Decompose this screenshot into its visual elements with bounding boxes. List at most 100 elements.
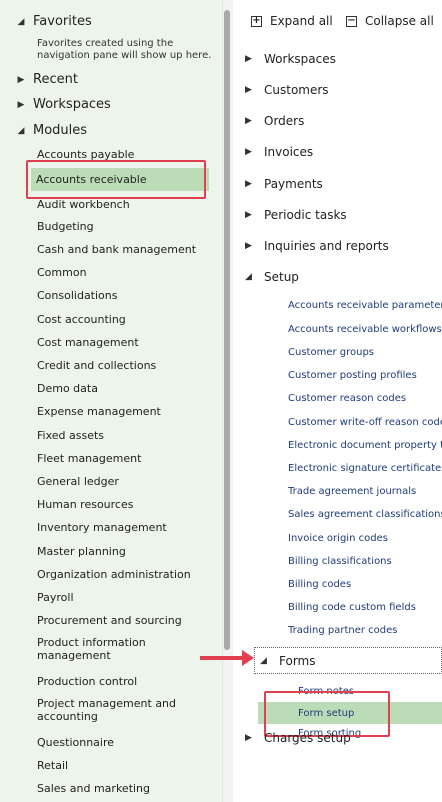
- link-billing-codes[interactable]: Billing codes: [288, 579, 351, 590]
- module-cost-accounting[interactable]: Cost accounting: [32, 308, 222, 331]
- group-label: Setup: [264, 270, 299, 284]
- module-label: Cost accounting: [37, 313, 126, 326]
- module-label: Cost management: [37, 336, 139, 349]
- callout-arrow-line: [200, 656, 244, 660]
- link-customer-write-off-reason-codes[interactable]: Customer write-off reason codes: [288, 417, 442, 428]
- module-label: Sales and marketing: [37, 782, 151, 795]
- group-label: Orders: [264, 114, 305, 128]
- group-label: Inquiries and reports: [264, 239, 389, 253]
- link-billing-classifications[interactable]: Billing classifications: [288, 556, 392, 567]
- module-label: Fixed assets: [37, 429, 105, 442]
- module-procurement-and-sourcing[interactable]: Procurement and sourcing: [32, 609, 222, 632]
- workspaces-header[interactable]: ▶ Workspaces: [0, 97, 111, 112]
- nav-scrollbar-thumb[interactable]: [224, 10, 230, 650]
- link-trade-agreement-journals[interactable]: Trade agreement journals: [288, 486, 416, 497]
- module-general-ledger[interactable]: General ledger: [32, 470, 222, 493]
- recent-header[interactable]: ▶ Recent: [0, 72, 78, 87]
- module-fixed-assets[interactable]: Fixed assets: [32, 424, 222, 447]
- group-periodic-tasks[interactable]: ▶ Periodic tasks: [245, 208, 347, 222]
- link-customer-posting-profiles[interactable]: Customer posting profiles: [288, 370, 417, 381]
- expand-all-label: Expand all: [270, 14, 333, 28]
- group-forms[interactable]: ◢ Forms: [260, 654, 315, 668]
- module-label: Organization administration: [37, 568, 191, 581]
- collapse-all-button[interactable]: − Collapse all: [346, 14, 434, 28]
- module-budgeting[interactable]: Budgeting: [32, 215, 222, 238]
- module-accounts-payable[interactable]: Accounts payable: [32, 144, 222, 161]
- group-label: Periodic tasks: [264, 208, 347, 222]
- group-charges-setup[interactable]: ▶ Charges setup: [245, 731, 351, 745]
- module-common[interactable]: Common: [32, 261, 222, 284]
- link-customer-groups[interactable]: Customer groups: [288, 347, 374, 358]
- module-organization-administration[interactable]: Organization administration: [32, 563, 222, 586]
- module-label: Retail: [37, 759, 69, 772]
- module-label: Inventory management: [37, 521, 167, 534]
- caret-right-icon: ▶: [245, 116, 252, 126]
- module-human-resources[interactable]: Human resources: [32, 493, 222, 516]
- link-trading-partner-codes[interactable]: Trading partner codes: [288, 625, 397, 636]
- group-workspaces[interactable]: ▶ Workspaces: [245, 52, 336, 66]
- module-fleet-management[interactable]: Fleet management: [32, 447, 222, 470]
- group-payments[interactable]: ▶ Payments: [245, 177, 323, 191]
- module-expense-management[interactable]: Expense management: [32, 400, 222, 423]
- module-label: Human resources: [37, 498, 134, 511]
- recent-label: Recent: [33, 72, 78, 87]
- module-label: Budgeting: [37, 220, 94, 233]
- caret-right-icon: ▶: [245, 179, 252, 189]
- module-label: Payroll: [37, 591, 74, 604]
- link-billing-code-custom-fields[interactable]: Billing code custom fields: [288, 602, 416, 613]
- module-audit-workbench[interactable]: Audit workbench: [32, 198, 222, 211]
- module-label: Master planning: [37, 545, 126, 558]
- module-label: Questionnaire: [37, 736, 115, 749]
- group-label: Payments: [264, 177, 323, 191]
- nav-scrollbar[interactable]: [222, 0, 233, 802]
- module-credit-and-collections[interactable]: Credit and collections: [32, 354, 222, 377]
- module-label: General ledger: [37, 475, 119, 488]
- module-consolidations[interactable]: Consolidations: [32, 284, 222, 307]
- module-project-management-and-accounting[interactable]: Project management and accounting: [32, 695, 222, 725]
- module-inventory-management[interactable]: Inventory management: [32, 516, 222, 539]
- module-label: Expense management: [37, 405, 161, 418]
- caret-right-icon: ▶: [245, 733, 252, 743]
- module-product-information-management[interactable]: Product information management: [32, 634, 222, 664]
- module-retail[interactable]: Retail: [32, 754, 222, 777]
- workspaces-label: Workspaces: [33, 97, 111, 112]
- link-invoice-origin-codes[interactable]: Invoice origin codes: [288, 533, 388, 544]
- module-sales-and-marketing[interactable]: Sales and marketing: [32, 777, 222, 800]
- module-payroll[interactable]: Payroll: [32, 586, 222, 609]
- favorites-header[interactable]: ◢ Favorites: [0, 14, 92, 29]
- group-label: Forms: [279, 654, 316, 668]
- module-label: Fleet management: [37, 452, 142, 465]
- caret-down-icon: ◢: [17, 16, 25, 27]
- module-cost-management[interactable]: Cost management: [32, 331, 222, 354]
- module-production-control[interactable]: Production control: [32, 670, 222, 693]
- caret-right-icon: ▶: [245, 241, 252, 251]
- callout-arrow-icon: [242, 650, 254, 666]
- module-label: Cash and bank management: [37, 243, 197, 256]
- module-questionnaire[interactable]: Questionnaire: [32, 731, 222, 754]
- link-customer-reason-codes[interactable]: Customer reason codes: [288, 393, 406, 404]
- link-electronic-document-property-types[interactable]: Electronic document property typ: [288, 440, 442, 451]
- group-invoices[interactable]: ▶ Invoices: [245, 145, 313, 159]
- module-label: Demo data: [37, 382, 98, 395]
- caret-right-icon: ▶: [17, 74, 25, 85]
- module-label: Common: [37, 266, 87, 279]
- link-accounts-receivable-workflows[interactable]: Accounts receivable workflows: [288, 324, 442, 335]
- group-customers[interactable]: ▶ Customers: [245, 83, 329, 97]
- link-sales-agreement-classifications[interactable]: Sales agreement classifications: [288, 509, 442, 520]
- module-label: Credit and collections: [37, 359, 157, 372]
- module-master-planning[interactable]: Master planning: [32, 540, 222, 563]
- group-inquiries-and-reports[interactable]: ▶ Inquiries and reports: [245, 239, 389, 253]
- module-cash-and-bank-management[interactable]: Cash and bank management: [32, 238, 222, 261]
- module-label: Audit workbench: [37, 198, 130, 211]
- collapse-icon: −: [346, 14, 357, 27]
- favorites-label: Favorites: [33, 14, 92, 29]
- link-accounts-receivable-parameters[interactable]: Accounts receivable parameters: [288, 300, 442, 311]
- expand-all-button[interactable]: + Expand all: [251, 14, 333, 28]
- caret-right-icon: ▶: [245, 85, 252, 95]
- group-label: Invoices: [264, 145, 314, 159]
- module-demo-data[interactable]: Demo data: [32, 377, 222, 400]
- modules-header[interactable]: ◢ Modules: [0, 123, 88, 138]
- group-orders[interactable]: ▶ Orders: [245, 114, 304, 128]
- group-setup[interactable]: ◢ Setup: [245, 270, 299, 284]
- link-electronic-signature-certificates[interactable]: Electronic signature certificates: [288, 463, 442, 474]
